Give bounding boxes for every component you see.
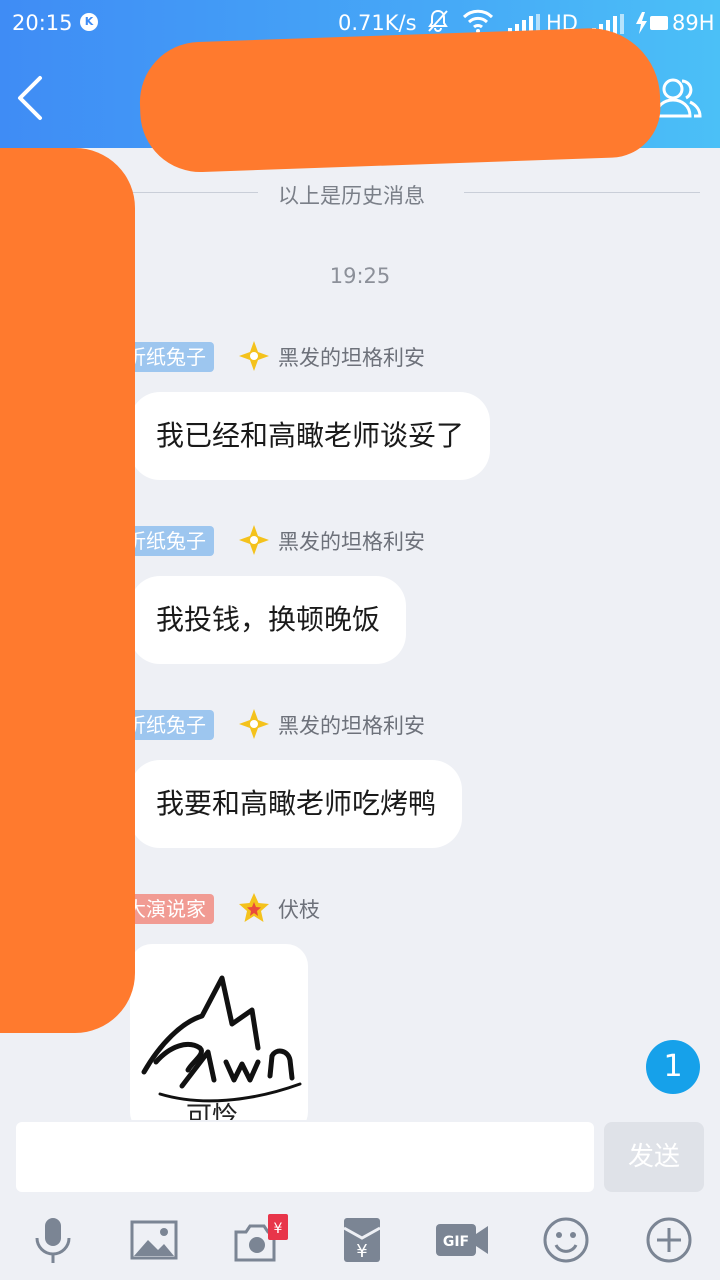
battery-charging-icon [636,12,670,39]
message-meta: 折纸兔子 黑发的坦格利安 [118,708,678,744]
plus-icon [646,1217,692,1263]
divider-line-right [464,192,700,193]
message-item: 折纸兔子 黑发的坦格利安 我已经和高瞰老师谈妥了 [118,340,678,480]
level-star-icon [239,893,269,922]
message-bubble[interactable]: 我已经和高瞰老师谈妥了 [130,392,491,480]
cat-sticker-image [141,975,302,1103]
red-envelope-button[interactable]: ¥ [336,1214,388,1266]
image-button[interactable] [128,1214,180,1266]
message-bubble[interactable]: 我要和高瞰老师吃烤鸭 [130,760,463,848]
message-meta: 折纸兔子 黑发的坦格利安 [118,340,678,376]
emoji-button[interactable] [540,1214,592,1266]
sender-name[interactable]: 黑发的坦格利安 [278,710,425,740]
svg-text:¥: ¥ [274,1221,283,1237]
level-star-icon [239,709,269,739]
unread-count-badge[interactable]: 1 [646,1040,700,1094]
divider-line-left [120,192,258,193]
redaction-scribble-avatars [0,148,135,1033]
app-notification-icon: K [80,13,98,31]
level-star-icon [239,525,269,555]
status-time: 20:15 [12,11,73,35]
history-divider-text: 以上是历史消息 [278,184,425,208]
emoji-icon [543,1217,589,1263]
message-meta: 折纸兔子 黑发的坦格利安 [118,524,678,560]
image-icon [130,1220,178,1260]
sender-name[interactable]: 黑发的坦格利安 [278,342,425,372]
gif-icon: GIF [436,1224,488,1256]
svg-text:¥: ¥ [356,1241,367,1262]
more-button[interactable] [643,1214,695,1266]
camera-redpacket-icon: ¥ [234,1214,288,1262]
gif-button[interactable]: GIF [434,1214,490,1266]
message-item: 折纸兔子 黑发的坦格利安 我要和高瞰老师吃烤鸭 [118,708,678,848]
chevron-left-icon [18,76,42,120]
sticker-message[interactable]: 可怜 [130,944,308,1120]
message-bubble[interactable]: 我投钱，换顿晚饭 [130,576,407,664]
message-input[interactable] [16,1122,594,1192]
redaction-scribble-title [137,25,663,175]
sender-name[interactable]: 伏枝 [278,894,320,924]
voice-button[interactable] [27,1214,79,1266]
battery-level: 89H [672,11,715,35]
sender-name[interactable]: 黑发的坦格利安 [278,526,425,556]
microphone-icon [35,1218,71,1263]
network-speed: 0.71K/s [338,11,417,35]
sticker-caption: 可怜 [186,1102,239,1120]
svg-text:GIF: GIF [443,1234,469,1250]
history-divider: 以上是历史消息 [120,180,700,210]
camera-button[interactable]: ¥ [232,1214,288,1266]
bottom-toolbar: ¥ ¥ GIF [0,1200,720,1280]
input-bar: 发送 [0,1120,720,1200]
send-button[interactable]: 发送 [604,1122,704,1192]
message-meta: 大演说家 伏枝 [118,892,678,928]
message-item: 大演说家 伏枝 可怜 [118,892,678,1120]
red-envelope-icon: ¥ [343,1218,381,1262]
back-button[interactable] [12,72,52,124]
message-item: 折纸兔子 黑发的坦格利安 我投钱，换顿晚饭 [118,524,678,664]
level-star-icon [239,341,269,371]
